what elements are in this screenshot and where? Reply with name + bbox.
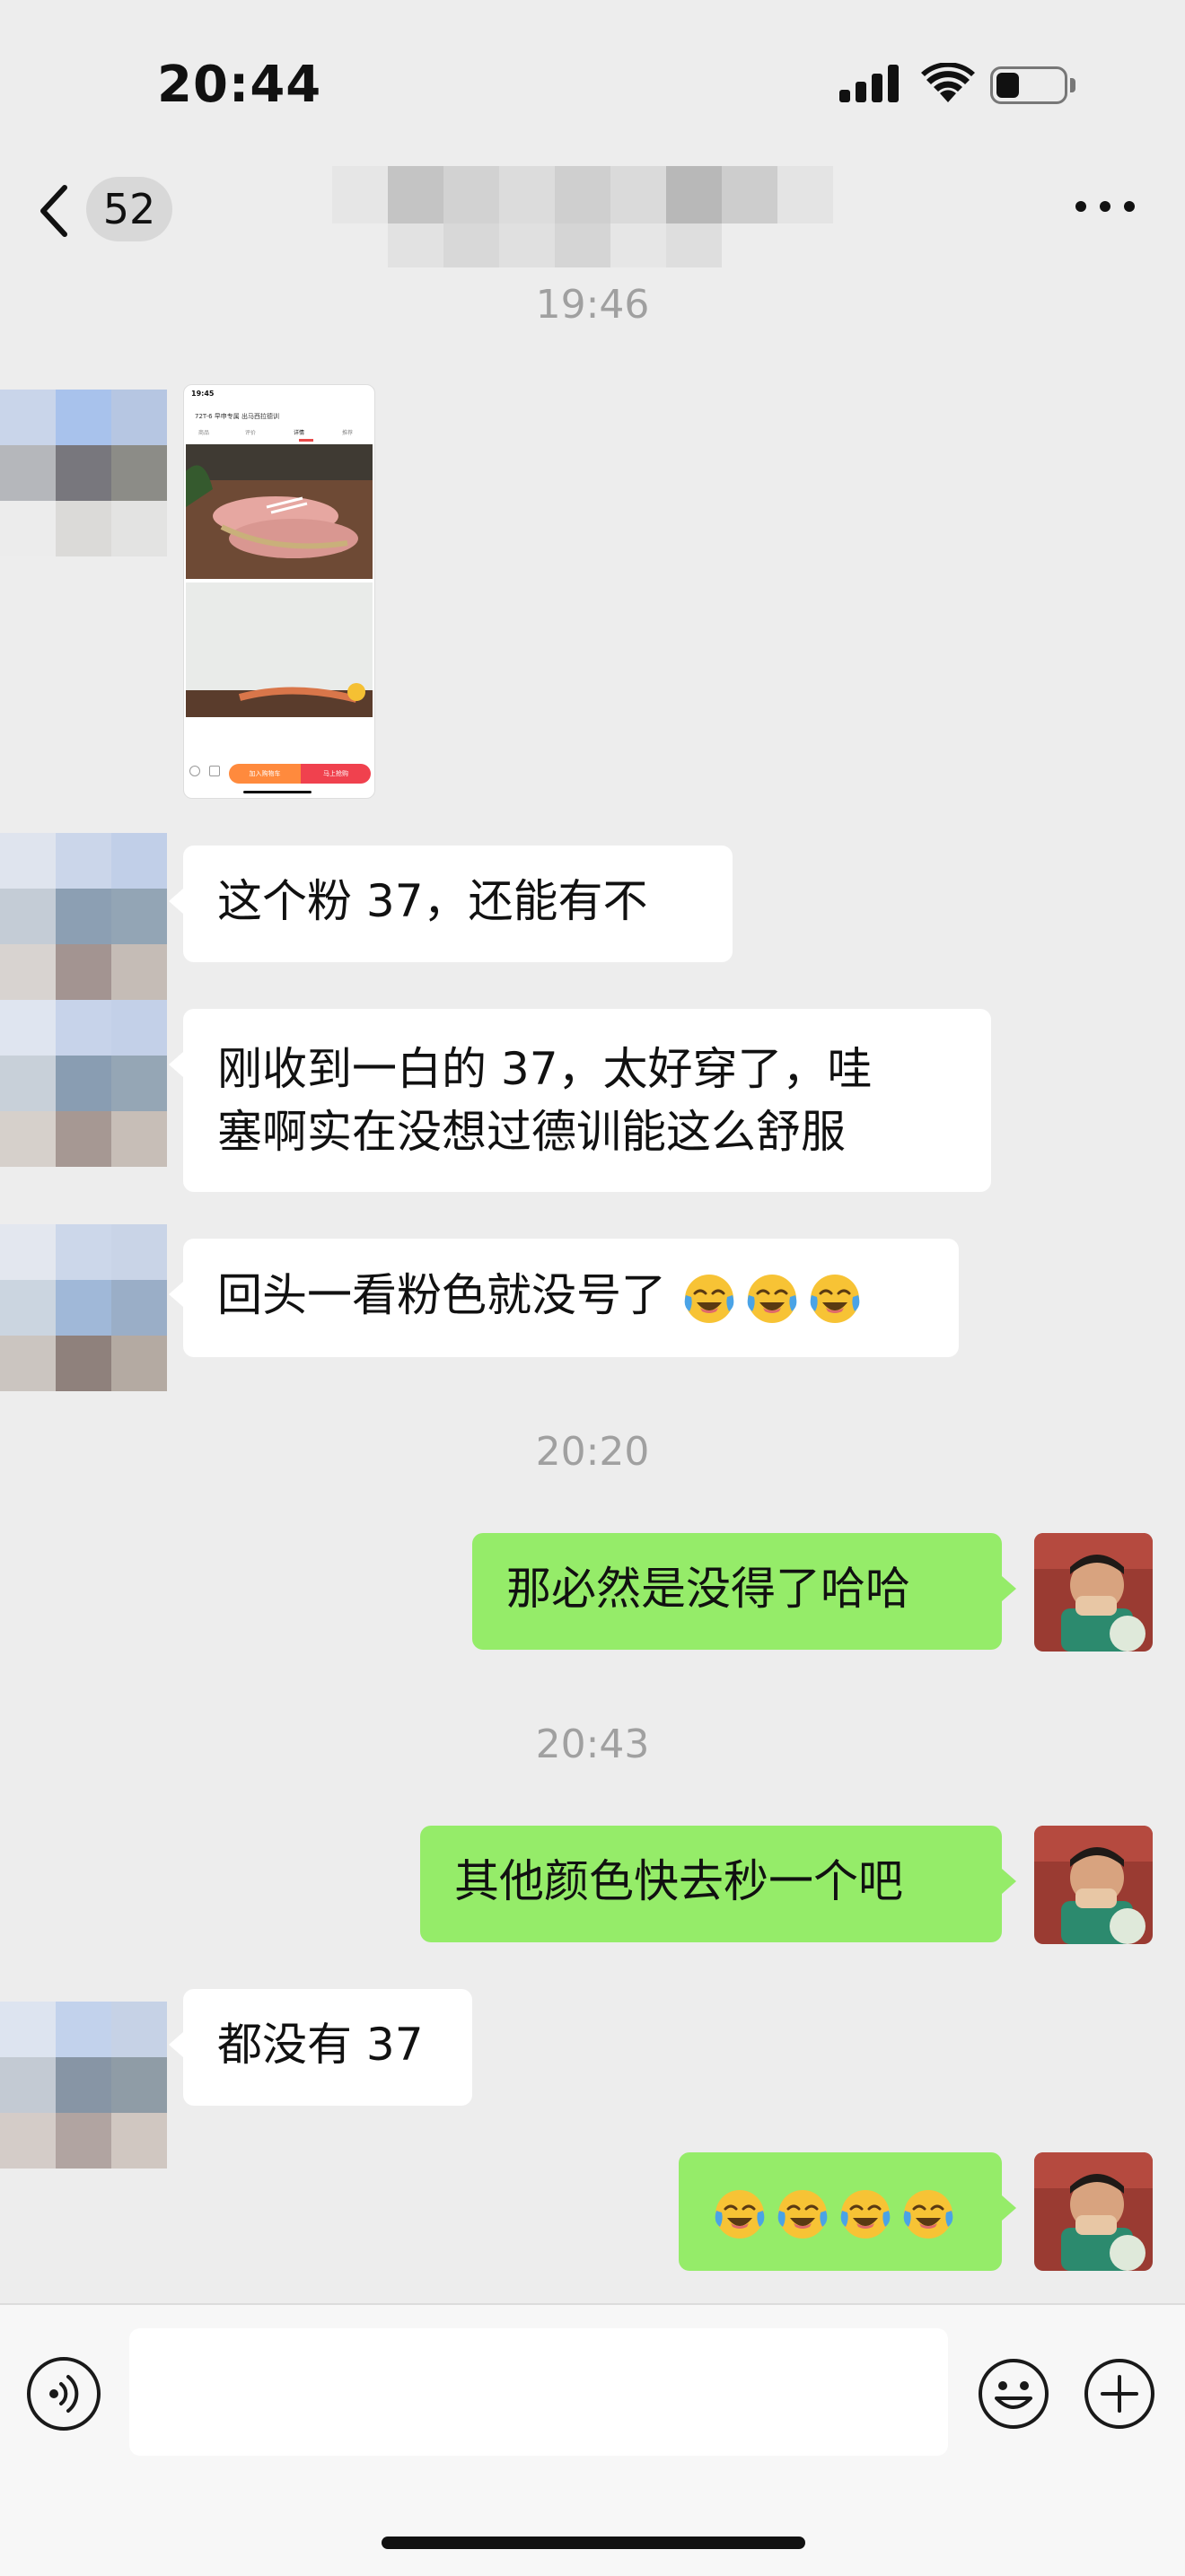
face-with-tears-of-joy-icon — [684, 1274, 734, 1323]
signal-icon — [839, 65, 899, 102]
incoming-message[interactable]: 刚收到一白的 37，太好穿了，哇 塞啊实在没想过德训能这么舒服 — [183, 1009, 991, 1192]
shared-status-time: 19:45 — [191, 390, 215, 398]
status-time: 20:44 — [157, 56, 322, 114]
timestamp: 20:43 — [535, 1722, 650, 1767]
incoming-message[interactable]: 回头一看粉色就没号了 — [183, 1239, 959, 1357]
bubble-tail — [169, 2032, 183, 2057]
shared-home-indicator — [243, 791, 312, 793]
my-avatar[interactable] — [1034, 2152, 1153, 2271]
chat-title-mosaic — [332, 166, 833, 281]
message-line: 塞啊实在没想过德训能这么舒服 — [217, 1106, 846, 1158]
bubble-tail — [1002, 1869, 1016, 1894]
face-with-tears-of-joy-icon — [777, 2189, 828, 2239]
shared-bottom-icons — [186, 762, 231, 785]
my-avatar[interactable] — [1034, 1826, 1153, 1944]
shared-screenshot[interactable]: 19:45 72T-6 早申专属 出马西拉德训 商品 评价 详情 推荐 加入购物… — [183, 384, 375, 799]
contact-avatar[interactable] — [0, 390, 167, 556]
shared-title: 72T-6 早申专属 出马西拉德训 — [195, 413, 279, 420]
message-text: 回头一看粉色就没号了 — [217, 1269, 666, 1321]
more-icon[interactable] — [1074, 197, 1137, 215]
shoe-photo-2 — [186, 583, 373, 717]
shared-tab: 推荐 — [342, 430, 354, 436]
contact-avatar[interactable] — [0, 2002, 167, 2169]
battery-icon — [990, 66, 1076, 104]
my-avatar[interactable] — [1034, 1533, 1153, 1652]
bubble-tail — [169, 889, 183, 914]
outgoing-message[interactable] — [679, 2152, 1002, 2271]
bubble-tail — [169, 1282, 183, 1307]
shared-tab-indicator — [299, 439, 313, 442]
contact-avatar[interactable] — [0, 1224, 167, 1391]
shared-cart-button: 加入购物车 — [229, 764, 301, 784]
message-input[interactable] — [129, 2328, 948, 2456]
shoe-photo — [186, 444, 373, 579]
emoji-group — [680, 1269, 869, 1323]
face-with-tears-of-joy-icon — [747, 1274, 797, 1323]
shared-tab: 评价 — [245, 430, 257, 436]
shared-buy-button: 马上抢购 — [301, 764, 371, 784]
outgoing-message[interactable]: 那必然是没得了哈哈 — [472, 1533, 1002, 1650]
home-indicator — [382, 2537, 805, 2549]
timestamp: 19:46 — [535, 282, 650, 328]
bubble-tail — [169, 1052, 183, 1077]
face-with-tears-of-joy-icon — [810, 1274, 860, 1323]
face-with-tears-of-joy-icon — [903, 2189, 953, 2239]
shared-tab: 详情 — [294, 430, 305, 436]
voice-icon — [49, 2375, 79, 2413]
shared-tab: 商品 — [198, 430, 210, 436]
contact-avatar[interactable] — [0, 833, 167, 1167]
bubble-tail — [1002, 2195, 1016, 2221]
wifi-icon — [921, 63, 975, 102]
incoming-message[interactable]: 都没有 37 — [183, 1989, 472, 2106]
unread-count-badge[interactable]: 52 — [86, 177, 172, 241]
face-with-tears-of-joy-icon — [840, 2189, 891, 2239]
back-icon[interactable] — [36, 184, 72, 238]
emoji-group — [711, 2185, 962, 2239]
incoming-message[interactable]: 这个粉 37，还能有不 — [183, 846, 733, 962]
plus-icon[interactable] — [1083, 2357, 1156, 2431]
battery-level — [996, 73, 1019, 98]
outgoing-message[interactable]: 其他颜色快去秒一个吧 — [420, 1826, 1002, 1942]
message-line: 刚收到一白的 37，太好穿了，哇 — [217, 1043, 873, 1095]
timestamp: 20:20 — [535, 1429, 650, 1475]
bubble-tail — [1002, 1576, 1016, 1601]
face-with-tears-of-joy-icon — [715, 2189, 765, 2239]
voice-button[interactable] — [27, 2357, 101, 2431]
emoji-icon[interactable] — [977, 2357, 1050, 2431]
shared-tabs: 商品 评价 详情 推荐 — [184, 428, 374, 441]
